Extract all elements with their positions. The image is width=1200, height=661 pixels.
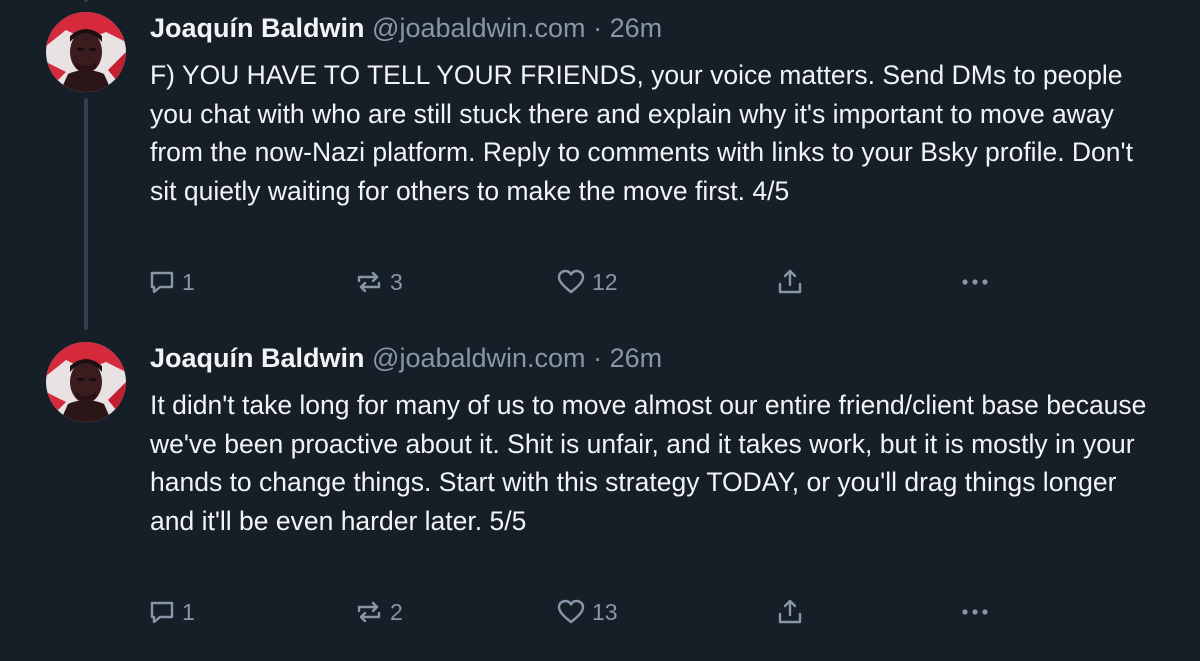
ellipsis-icon — [960, 607, 990, 617]
thread-connector-line — [84, 98, 88, 330]
post-header: Joaquín Baldwin @joabaldwin.com · 26m — [150, 341, 662, 375]
avatar[interactable] — [46, 12, 126, 92]
repost-button[interactable]: 2 — [354, 595, 403, 629]
speech-bubble-icon — [148, 268, 176, 296]
heart-icon — [556, 268, 586, 296]
share-button[interactable] — [775, 595, 805, 629]
repost-count: 2 — [390, 598, 403, 625]
repost-arrows-icon — [354, 598, 384, 626]
post-text: F) YOU HAVE TO TELL YOUR FRIENDS, your v… — [150, 60, 1133, 206]
heart-icon — [556, 598, 586, 626]
post-actions: 1 2 13 — [148, 595, 1148, 629]
post-actions: 1 3 12 — [148, 265, 1148, 299]
post-text: It didn't take long for many of us to mo… — [150, 390, 1147, 536]
share-upload-icon — [775, 597, 805, 627]
repost-button[interactable]: 3 — [354, 265, 403, 299]
ellipsis-icon — [960, 277, 990, 287]
post-4-of-5[interactable]: Joaquín Baldwin @joabaldwin.com · 26m F)… — [0, 0, 1200, 330]
reply-button[interactable]: 1 — [148, 265, 195, 299]
author-handle[interactable]: @joabaldwin.com — [372, 13, 586, 43]
post-header: Joaquín Baldwin @joabaldwin.com · 26m — [150, 11, 662, 45]
avatar[interactable] — [46, 342, 126, 422]
author-handle[interactable]: @joabaldwin.com — [372, 343, 586, 373]
repost-count: 3 — [390, 268, 403, 295]
reply-button[interactable]: 1 — [148, 595, 195, 629]
separator: · — [593, 343, 603, 373]
post-5-of-5[interactable]: Joaquín Baldwin @joabaldwin.com · 26m It… — [0, 330, 1200, 661]
like-count: 13 — [592, 598, 618, 625]
timestamp[interactable]: 26m — [610, 343, 663, 373]
more-options-button[interactable] — [960, 265, 990, 299]
more-options-button[interactable] — [960, 595, 990, 629]
share-upload-icon — [775, 267, 805, 297]
like-count: 12 — [592, 268, 618, 295]
timestamp[interactable]: 26m — [610, 13, 663, 43]
thread-feed: Joaquín Baldwin @joabaldwin.com · 26m F)… — [0, 0, 1200, 661]
share-button[interactable] — [775, 265, 805, 299]
like-button[interactable]: 13 — [556, 595, 618, 629]
separator: · — [593, 13, 603, 43]
like-button[interactable]: 12 — [556, 265, 618, 299]
speech-bubble-icon — [148, 598, 176, 626]
reply-count: 1 — [182, 268, 195, 295]
author-name[interactable]: Joaquín Baldwin — [150, 343, 365, 373]
thread-connector-line — [84, 0, 88, 2]
repost-arrows-icon — [354, 268, 384, 296]
author-name[interactable]: Joaquín Baldwin — [150, 13, 365, 43]
reply-count: 1 — [182, 598, 195, 625]
